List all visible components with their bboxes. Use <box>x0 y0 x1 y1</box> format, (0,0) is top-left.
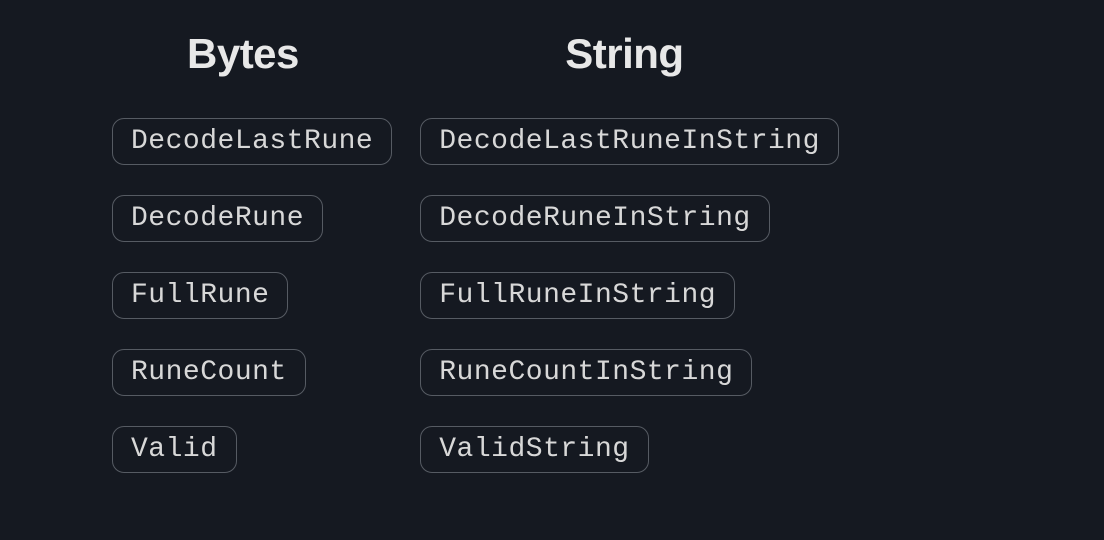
string-item: ValidString <box>420 426 648 473</box>
string-item: DecodeLastRuneInString <box>420 118 839 165</box>
bytes-item: Valid <box>112 426 237 473</box>
string-heading: String <box>420 30 683 78</box>
string-item: RuneCountInString <box>420 349 752 396</box>
bytes-item: RuneCount <box>112 349 306 396</box>
string-item: DecodeRuneInString <box>420 195 769 242</box>
bytes-item: FullRune <box>112 272 288 319</box>
bytes-column: Bytes DecodeLastRune DecodeRune FullRune… <box>112 30 392 473</box>
string-item: FullRuneInString <box>420 272 735 319</box>
string-items-list: DecodeLastRuneInString DecodeRuneInStrin… <box>420 118 839 473</box>
comparison-table: Bytes DecodeLastRune DecodeRune FullRune… <box>0 30 1104 473</box>
bytes-item: DecodeLastRune <box>112 118 392 165</box>
bytes-item: DecodeRune <box>112 195 323 242</box>
bytes-items-list: DecodeLastRune DecodeRune FullRune RuneC… <box>112 118 392 473</box>
bytes-heading: Bytes <box>112 30 299 78</box>
string-column: String DecodeLastRuneInString DecodeRune… <box>420 30 839 473</box>
